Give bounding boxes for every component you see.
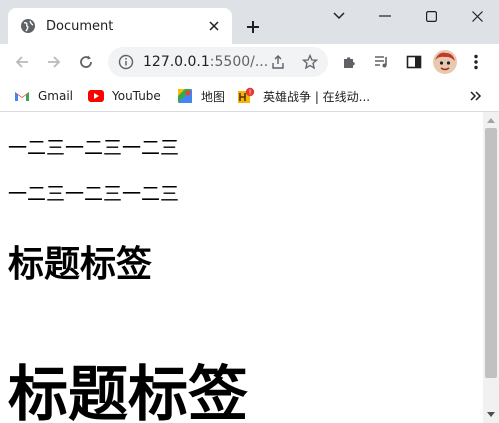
svg-text:!: ! (249, 89, 252, 97)
vertical-scrollbar[interactable] (483, 112, 499, 423)
puzzle-icon (344, 57, 355, 68)
scroll-down-arrow-icon[interactable] (487, 412, 495, 417)
tab-close-icon[interactable] (206, 18, 222, 34)
minimize-icon (379, 15, 391, 17)
page-viewport: 一二三一二三一二三 一二三一二三一二三 标题标签 标题标签 (0, 112, 483, 423)
scroll-up-arrow-icon[interactable] (487, 118, 495, 123)
maps-icon (178, 89, 192, 103)
minimize-button[interactable] (362, 0, 408, 32)
paragraph-1: 一二三一二三一二三 (8, 137, 180, 159)
bookmark-label: 英雄战争 | 在线动... (263, 89, 371, 104)
share-icon (272, 55, 284, 69)
media-list-icon (375, 56, 387, 68)
bookmark-maps[interactable]: 地图 (177, 85, 225, 107)
double-chevron-right-icon (470, 91, 482, 101)
reload-icon (80, 55, 92, 68)
bookmarks-bar: Gmail YouTube 地图 ! 英雄战争 | 在线动... (0, 80, 499, 112)
new-tab-button[interactable] (241, 15, 265, 39)
more-vert-icon (474, 54, 478, 70)
star-icon (302, 54, 318, 70)
maximize-icon (425, 10, 437, 22)
info-icon[interactable] (118, 54, 134, 70)
url-text[interactable]: 127.0.0.1:5500/... (143, 47, 268, 77)
gmail-icon (15, 92, 29, 101)
arrow-left-icon (15, 56, 28, 68)
tab-title: Document (46, 18, 114, 34)
youtube-icon (88, 90, 104, 102)
heading-large: 标题标签 (8, 360, 248, 423)
forward-button[interactable] (40, 48, 68, 76)
avatar-icon (433, 50, 457, 74)
tab-strip: Document (0, 0, 499, 44)
reload-button[interactable] (72, 48, 100, 76)
heading-small: 标题标签 (8, 244, 153, 285)
bookmark-gmail[interactable]: Gmail (14, 85, 73, 107)
share-button[interactable] (264, 48, 292, 76)
bookmark-label: Gmail (38, 89, 74, 103)
tab-search-button[interactable] (316, 0, 362, 32)
bookmarks-overflow-button[interactable] (470, 85, 490, 107)
reading-list-button[interactable] (368, 48, 396, 76)
url-path: :5500/... (209, 54, 269, 70)
plus-icon (247, 21, 259, 33)
globe-icon (21, 19, 35, 33)
profile-avatar[interactable] (433, 50, 457, 74)
scrollbar-thumb[interactable] (485, 128, 497, 378)
bookmark-label: YouTube (112, 89, 161, 103)
chevron-down-icon (333, 12, 345, 20)
address-bar[interactable]: 127.0.0.1:5500/... (108, 47, 328, 77)
tab-document[interactable]: Document (8, 8, 232, 44)
bookmark-hero-war[interactable]: ! 英雄战争 | 在线动... (237, 85, 370, 107)
browser-toolbar: 127.0.0.1:5500/... (0, 44, 499, 80)
menu-button[interactable] (462, 48, 490, 76)
extensions-button[interactable] (336, 48, 364, 76)
paragraph-2: 一二三一二三一二三 (8, 183, 180, 205)
bookmark-youtube[interactable]: YouTube (88, 85, 161, 107)
side-panel-button[interactable] (400, 48, 428, 76)
url-host: 127.0.0.1 (143, 54, 210, 70)
maximize-button[interactable] (408, 0, 454, 32)
bookmark-star-button[interactable] (296, 48, 324, 76)
close-window-button[interactable] (454, 0, 499, 32)
bookmark-label: 地图 (201, 89, 226, 104)
game-badge-icon: ! (238, 87, 255, 103)
back-button[interactable] (8, 48, 36, 76)
close-icon (471, 10, 483, 22)
arrow-right-icon (48, 56, 61, 68)
side-panel-icon (406, 55, 422, 69)
